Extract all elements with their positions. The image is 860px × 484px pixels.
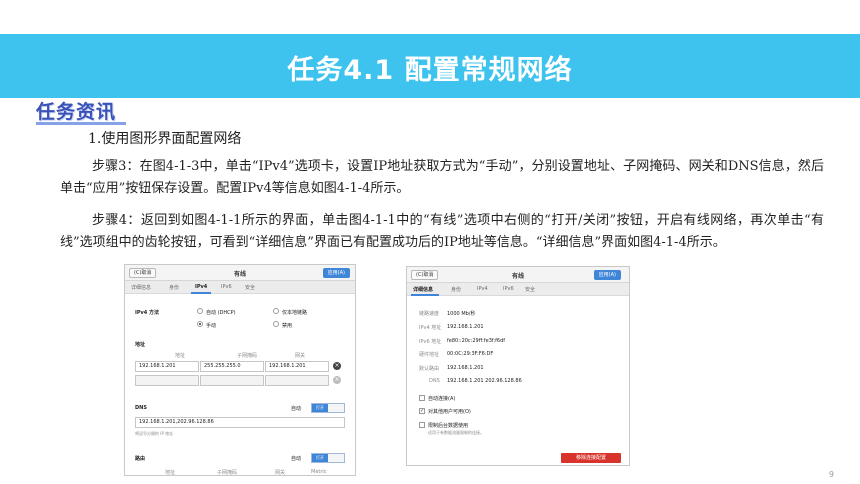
toggle-on-label: 打开 [312,454,328,462]
tab-security[interactable]: 安全 [525,286,535,293]
ipv4-settings-screenshot: (C)取消 有线 应用(A) 详细信息 身份 IPv4 IPv6 安全 IPv4… [124,264,356,476]
routes-label: 路由 [135,456,146,462]
ipv4-method-label: IPv4 方法 [135,310,160,316]
radio-disable-label: 禁用 [282,323,293,329]
hardware-address-value: 00:0C:29:3F:F6:DF [447,351,494,357]
route-netmask-col-header: 子网掩码 [217,470,238,476]
tab-details[interactable]: 详细信息 [413,286,433,293]
auto-connect-label: 自动连接(A) [428,396,456,402]
paragraph-step3: 步骤3：在图4-1-3中，单击“IPv4”选项卡，设置IP地址获取方式为“手动”… [60,159,824,196]
dialog-tabs: 详细信息 身份 IPv4 IPv6 安全 [407,283,629,296]
section-tag-underline [36,122,126,125]
apply-button[interactable]: 应用(A) [593,270,621,280]
limit-background-hint: 适用于有数据流量限制的连接。 [428,430,484,435]
route-address-col-header: 地址 [165,470,176,476]
limit-background-label: 限制后台数据使用 [428,423,469,429]
page-number: 9 [828,470,834,479]
default-route-label: 默认路由 [419,366,440,372]
dns-hint: 将逗号分隔的 IP 地址 [135,431,174,436]
link-speed-label: 链路速度 [419,311,440,317]
tab-ipv6[interactable]: IPv6 [503,286,514,292]
dns-label: DNS [135,405,147,411]
address-input[interactable]: 192.168.1.201 [135,361,199,372]
netmask-input[interactable]: 255.255.255.0 [200,361,264,372]
route-gateway-col-header: 网关 [275,470,286,476]
radio-auto-dhcp-label: 自动 (DHCP) [206,310,236,316]
radio-link-local-label: 仅本地链路 [282,310,308,316]
active-tab-indicator [191,292,211,294]
ipv6-address-value: fe80::20c:29ff:fe3f:f6df [447,338,506,344]
tab-details[interactable]: 详细信息 [131,284,151,291]
radio-auto-dhcp[interactable] [197,308,203,314]
radio-manual-label: 手动 [206,323,217,329]
dns-detail-value: 192.168.1.201 202.96.128.86 [447,378,522,384]
tab-ipv4[interactable]: IPv4 [195,284,207,290]
routes-auto-toggle[interactable]: 打开 [311,453,345,463]
gateway-input[interactable]: 192.168.1.201 [265,361,329,372]
paragraph-step4: 步骤4：返回到如图4-1-1所示的界面，单击图4-1-1中的“有线”选项中右侧的… [60,213,824,250]
tab-ipv4[interactable]: IPv4 [477,286,488,292]
auto-connect-checkbox[interactable] [419,395,425,401]
dialog-header: (C)取消 有线 应用(A) [125,265,355,281]
ipv4-address-value: 192.168.1.201 [447,324,484,330]
tab-ipv6[interactable]: IPv6 [221,284,232,290]
address-input-empty[interactable] [135,375,199,386]
tab-identity[interactable]: 身份 [451,286,461,293]
address-col-header: 地址 [175,353,186,359]
remove-row-icon-empty[interactable]: × [333,376,341,384]
section-heading: 1.使用图形界面配置网络 [88,131,242,147]
dns-input[interactable]: 192.168.1.201,202.96.128.86 [135,417,345,428]
link-speed-value: 1000 Mb/秒 [447,311,476,317]
available-to-others-label: 对其他用户可用(O) [428,409,471,415]
section-tag: 任务资讯 [36,101,117,123]
radio-disable[interactable] [273,321,279,327]
netmask-input-empty[interactable] [200,375,264,386]
apply-button[interactable]: 应用(A) [322,268,350,278]
dialog-title: 有线 [233,271,246,278]
route-metric-col-header: Metric [311,469,327,475]
ipv6-address-label: IPv6 地址 [419,339,442,345]
remove-connection-button[interactable]: 移除连接配置 [561,453,621,463]
hardware-address-label: 硬件地址 [419,352,440,358]
dialog-tabs: 详细信息 身份 IPv4 IPv6 安全 [125,281,355,294]
remove-row-icon[interactable]: × [333,362,341,370]
radio-manual[interactable] [197,321,203,327]
active-tab-indicator [411,294,439,296]
radio-link-local[interactable] [273,308,279,314]
slide-title: 任务4.1 配置常规网络 [287,55,573,86]
default-route-value: 192.168.1.201 [447,365,484,371]
gateway-input-empty[interactable] [265,375,329,386]
dialog-header: (C)取消 有线 应用(A) [407,267,629,283]
limit-background-checkbox[interactable] [419,422,425,428]
ipv4-address-label: IPv4 地址 [419,325,442,331]
netmask-col-header: 子网掩码 [237,353,258,359]
routes-auto-label: 自动 [291,456,302,462]
tab-identity[interactable]: 身份 [169,284,179,291]
dns-auto-toggle[interactable]: 打开 [311,403,345,413]
dns-detail-label: DNS [429,378,440,384]
title-banner: 任务4.1 配置常规网络 [0,34,860,98]
available-to-others-checkbox[interactable]: ✓ [419,408,425,414]
address-section-label: 地址 [135,342,146,348]
details-screenshot: (C)取消 有线 应用(A) 详细信息 身份 IPv4 IPv6 安全 链路速度… [406,266,630,466]
tab-security[interactable]: 安全 [245,284,255,291]
gateway-col-header: 网关 [295,353,306,359]
dns-auto-label: 自动 [291,406,302,412]
toggle-on-label: 打开 [312,404,328,412]
